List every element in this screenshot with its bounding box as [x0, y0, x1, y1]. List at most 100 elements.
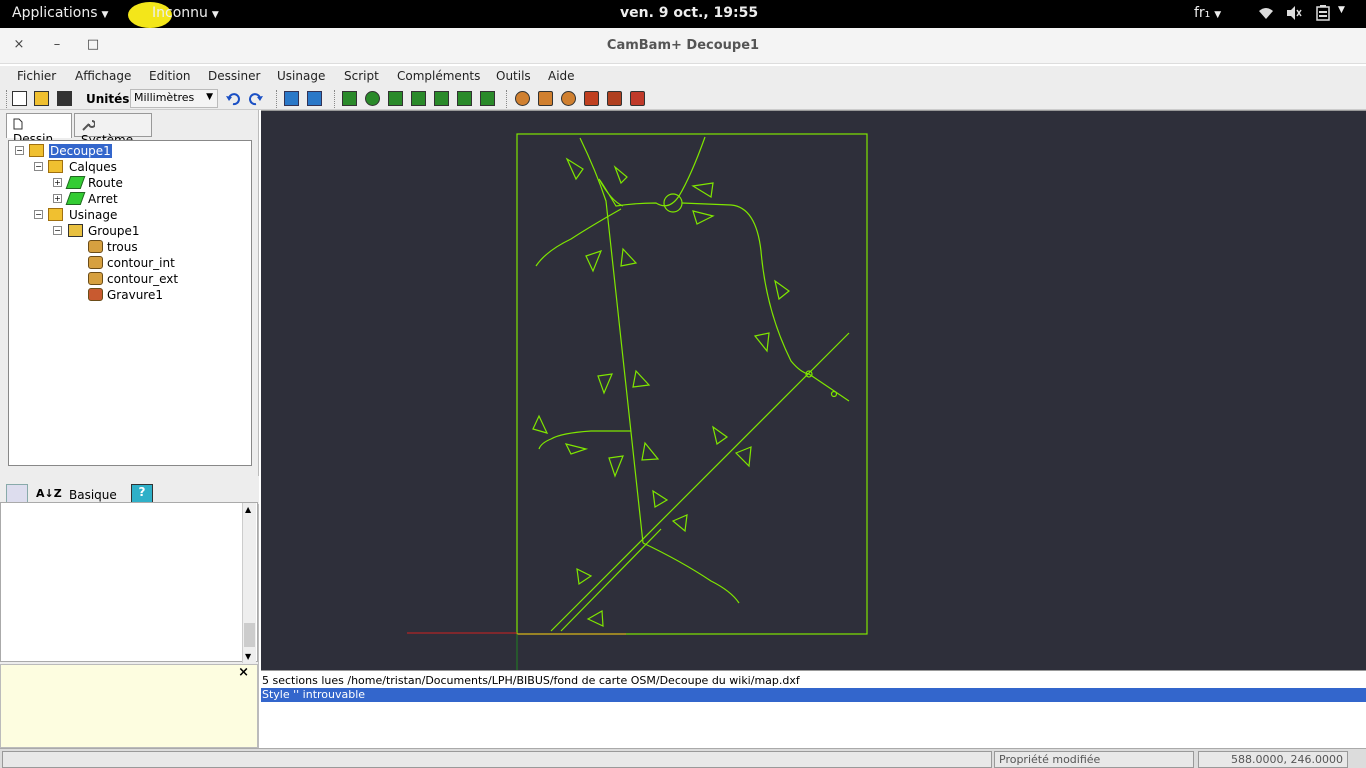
scrollbar[interactable]: ▲ ▼	[242, 503, 256, 663]
layer-icon	[65, 192, 86, 205]
menu-aide[interactable]: Aide	[548, 69, 575, 83]
profile-op-icon	[88, 256, 103, 269]
message-log[interactable]: 5 sections lues /home/tristan/Documents/…	[261, 670, 1366, 748]
menu-fichier[interactable]: Fichier	[17, 69, 56, 83]
tree-layers[interactable]: Calques	[69, 160, 117, 174]
chevron-down-icon: ▼	[206, 92, 213, 102]
tree-op-trous[interactable]: trous	[107, 240, 138, 254]
stop-marker	[712, 425, 729, 445]
drill-op-icon	[88, 240, 103, 253]
collapse-icon[interactable]: −	[53, 226, 62, 235]
tree-group[interactable]: Groupe1	[88, 224, 140, 238]
toolbar: Unités Millimètres ▼	[0, 88, 1366, 110]
menu-affichage[interactable]: Affichage	[75, 69, 131, 83]
road-south-west	[538, 430, 631, 450]
tree-root[interactable]: Decoupe1	[49, 144, 112, 158]
help-icon[interactable]: ?	[131, 484, 153, 504]
chevron-down-icon: ▼	[101, 10, 109, 20]
collapse-icon[interactable]: −	[34, 210, 43, 219]
chevron-down-icon: ▼	[211, 10, 219, 20]
rectangle-icon[interactable]	[411, 91, 426, 106]
drawing-svg[interactable]	[261, 111, 1366, 671]
keyboard-label: fr₁	[1194, 5, 1211, 21]
save-icon[interactable]	[57, 91, 72, 106]
scroll-up-icon[interactable]: ▲	[245, 505, 251, 514]
tree-op-gravure[interactable]: Gravure1	[107, 288, 163, 302]
status-bar: Propriété modifiée 588.0000, 246.0000	[0, 748, 1366, 768]
collapse-icon[interactable]: −	[34, 162, 43, 171]
tree-op-contour-int[interactable]: contour_int	[107, 256, 175, 270]
applications-label: Applications	[12, 5, 98, 21]
engrave-icon[interactable]	[584, 91, 599, 106]
stop-marker	[753, 332, 770, 353]
properties-grid[interactable]: ▲ ▼	[0, 502, 258, 663]
text-icon[interactable]	[434, 91, 449, 106]
drill-icon[interactable]	[515, 91, 530, 106]
stop-marker	[641, 441, 660, 461]
properties-toolbar: A↓Z Basique ?	[0, 476, 259, 506]
profile-icon[interactable]	[538, 91, 553, 106]
expand-icon[interactable]: +	[53, 194, 62, 203]
tree-layer-arret[interactable]: Arret	[88, 192, 118, 206]
expand-icon[interactable]: +	[53, 178, 62, 187]
menu-dessiner[interactable]: Dessiner	[208, 69, 260, 83]
polyline-icon[interactable]	[342, 91, 357, 106]
stop-marker	[652, 489, 669, 508]
toolbar-separator	[506, 90, 508, 108]
redo-icon[interactable]	[248, 91, 264, 107]
log-line-selected[interactable]: Style '' introuvable	[261, 688, 1366, 702]
clock[interactable]: ven. 9 oct., 19:55	[620, 5, 758, 21]
folder-icon	[48, 160, 63, 173]
window-title: CamBam+ Decoupe1	[606, 38, 760, 53]
drawing-canvas[interactable]	[261, 110, 1366, 671]
keyboard-layout[interactable]: fr₁ ▼	[1194, 5, 1221, 21]
snap-points-icon[interactable]	[284, 91, 299, 106]
undo-icon[interactable]	[225, 91, 241, 107]
stop-marker	[565, 157, 584, 181]
circle-icon[interactable]	[365, 91, 380, 106]
road-east	[681, 202, 810, 375]
scroll-thumb[interactable]	[244, 623, 255, 647]
tab-systeme[interactable]: Système	[74, 113, 152, 147]
stop-marker	[632, 369, 651, 388]
pocket-icon[interactable]	[561, 91, 576, 106]
stock-boundary	[516, 133, 868, 635]
close-icon[interactable]: ×	[238, 665, 249, 680]
drawing-geometry	[516, 133, 868, 635]
snap-grid-icon[interactable]	[307, 91, 322, 106]
menu-bar: Fichier Affichage Edition Dessiner Usina…	[0, 66, 1366, 88]
menu-script[interactable]: Script	[344, 69, 379, 83]
engrave-op-icon	[88, 288, 103, 301]
project-tree[interactable]: − Decoupe1 − Calques + Route + Arret − U…	[8, 140, 252, 466]
volume-muted-icon	[1287, 6, 1302, 20]
menu-edition[interactable]: Edition	[149, 69, 191, 83]
collapse-icon[interactable]: −	[15, 146, 24, 155]
menu-outils[interactable]: Outils	[496, 69, 531, 83]
applications-menu[interactable]: Applications ▼	[12, 5, 108, 21]
status-coordinates: 588.0000, 246.0000	[1198, 751, 1348, 768]
tree-op-contour-ext[interactable]: contour_ext	[107, 272, 178, 286]
menu-complements[interactable]: Compléments	[397, 69, 480, 83]
units-select[interactable]: Millimètres ▼	[130, 89, 218, 108]
toolbar-separator	[6, 90, 8, 108]
system-top-bar: Applications ▼ Inconnu ▼ ven. 9 oct., 19:5…	[0, 0, 1366, 28]
battery-icon	[1316, 5, 1330, 21]
tree-machining[interactable]: Usinage	[69, 208, 117, 222]
wifi-icon	[1259, 8, 1273, 19]
tree-layer-route[interactable]: Route	[88, 176, 123, 190]
basic-mode-button[interactable]: Basique	[69, 488, 117, 502]
new-file-icon[interactable]	[12, 91, 27, 106]
toolbar-separator	[334, 90, 336, 108]
tree-root-label: Decoupe1	[49, 144, 112, 158]
scroll-down-icon[interactable]: ▼	[245, 652, 251, 661]
open-file-icon[interactable]	[34, 91, 49, 106]
tab-dessin[interactable]: Dessin	[6, 113, 72, 146]
points-icon[interactable]	[388, 91, 403, 106]
sort-az-icon[interactable]: A↓Z	[36, 487, 62, 500]
menu-usinage[interactable]: Usinage	[277, 69, 325, 83]
lathe-icon[interactable]	[607, 91, 622, 106]
app-menu[interactable]: Inconnu ▼	[152, 5, 219, 21]
region-icon[interactable]	[457, 91, 472, 106]
surface-icon[interactable]	[480, 91, 495, 106]
nc-file-icon[interactable]	[630, 91, 645, 106]
